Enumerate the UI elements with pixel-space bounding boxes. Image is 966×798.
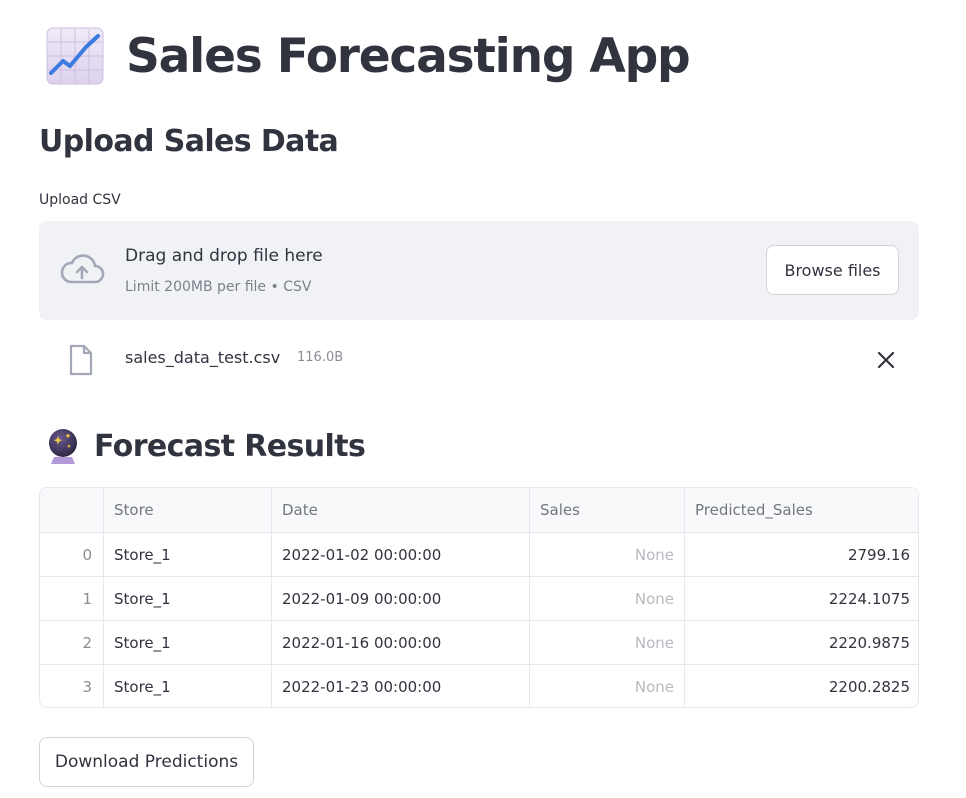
dropzone-instructions: Drag and drop file here: [125, 246, 323, 266]
cloud-upload-icon: [60, 254, 105, 284]
file-icon: [69, 344, 93, 376]
column-header-predicted-sales[interactable]: Predicted_Sales: [685, 488, 918, 532]
chart-increasing-icon: [46, 27, 104, 85]
dropzone-limit-text: Limit 200MB per file • CSV: [125, 279, 312, 295]
column-header-date[interactable]: Date: [272, 488, 530, 532]
date-cell[interactable]: 2022-01-09 00:00:00: [272, 577, 530, 620]
store-cell[interactable]: Store_1: [104, 533, 272, 576]
date-cell[interactable]: 2022-01-16 00:00:00: [272, 621, 530, 664]
app-title-text: Sales Forecasting App: [126, 28, 691, 84]
predicted-sales-cell[interactable]: 2224.1075: [685, 577, 918, 620]
date-cell[interactable]: 2022-01-23 00:00:00: [272, 665, 530, 707]
sales-cell[interactable]: None: [530, 577, 685, 620]
table-row: 3 Store_1 2022-01-23 00:00:00 None 2200.…: [40, 665, 918, 707]
column-header-store[interactable]: Store: [104, 488, 272, 532]
store-cell[interactable]: Store_1: [104, 665, 272, 707]
row-index-cell[interactable]: 1: [40, 577, 104, 620]
column-header-index[interactable]: [40, 488, 104, 532]
uploaded-file-size: 116.0B: [297, 350, 344, 365]
upload-field-label: Upload CSV: [39, 192, 121, 208]
row-index-cell[interactable]: 3: [40, 665, 104, 707]
date-cell[interactable]: 2022-01-02 00:00:00: [272, 533, 530, 576]
table-header-row: Store Date Sales Predicted_Sales: [40, 488, 918, 533]
uploaded-file-name: sales_data_test.csv: [125, 348, 281, 367]
page-title: Sales Forecasting App: [46, 24, 691, 88]
upload-section-heading: Upload Sales Data: [39, 124, 339, 159]
crystal-ball-icon: [49, 429, 77, 464]
sales-cell[interactable]: None: [530, 533, 685, 576]
column-header-sales[interactable]: Sales: [530, 488, 685, 532]
close-icon[interactable]: [874, 348, 898, 372]
sales-cell[interactable]: None: [530, 621, 685, 664]
table-row: 1 Store_1 2022-01-09 00:00:00 None 2224.…: [40, 577, 918, 621]
predicted-sales-cell[interactable]: 2200.2825: [685, 665, 918, 707]
results-section-heading: Forecast Results: [46, 424, 366, 468]
results-heading-text: Forecast Results: [94, 428, 366, 464]
download-predictions-button[interactable]: Download Predictions: [39, 737, 254, 787]
sales-cell[interactable]: None: [530, 665, 685, 707]
browse-files-button[interactable]: Browse files: [766, 245, 899, 295]
store-cell[interactable]: Store_1: [104, 577, 272, 620]
uploaded-file-item: sales_data_test.csv 116.0B: [39, 338, 919, 382]
row-index-cell[interactable]: 0: [40, 533, 104, 576]
store-cell[interactable]: Store_1: [104, 621, 272, 664]
predicted-sales-cell[interactable]: 2799.16: [685, 533, 918, 576]
row-index-cell[interactable]: 2: [40, 621, 104, 664]
table-row: 2 Store_1 2022-01-16 00:00:00 None 2220.…: [40, 621, 918, 665]
file-dropzone[interactable]: Drag and drop file here Limit 200MB per …: [39, 221, 919, 320]
forecast-results-table: Store Date Sales Predicted_Sales 0 Store…: [39, 487, 919, 708]
predicted-sales-cell[interactable]: 2220.9875: [685, 621, 918, 664]
table-row: 0 Store_1 2022-01-02 00:00:00 None 2799.…: [40, 533, 918, 577]
